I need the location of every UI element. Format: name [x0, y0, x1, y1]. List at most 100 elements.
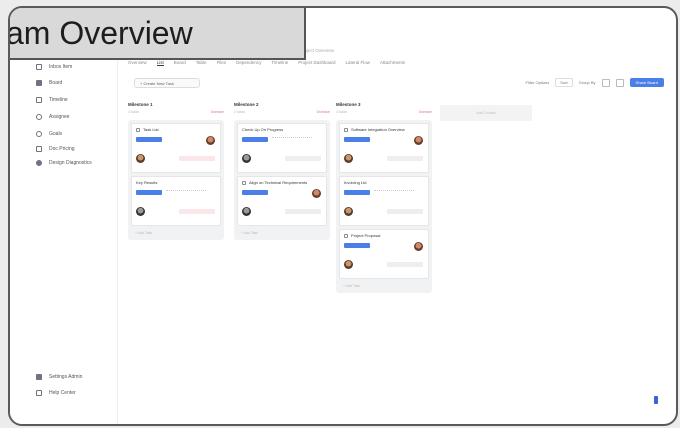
checkbox-icon[interactable]	[242, 180, 246, 185]
column-body: Task List Key Results + Add Task	[128, 120, 224, 240]
user-icon	[36, 114, 42, 120]
sidebar-item-design[interactable]: Design Diagnostics	[36, 158, 92, 168]
sidebar-item-admin[interactable]: Settings Admin	[36, 372, 82, 382]
add-task-link[interactable]: + Add Task	[131, 229, 221, 237]
status-badge	[344, 243, 370, 248]
sidebar-item-inbox[interactable]: Inbox Item	[36, 62, 72, 72]
column-body: Check Up On Progress Align on Technical …	[234, 120, 330, 240]
admin-icon	[36, 374, 42, 380]
task-card[interactable]: Check Up On Progress	[237, 123, 327, 173]
help-icon	[36, 390, 42, 396]
tab-lateral[interactable]: Lateral Flow	[345, 60, 370, 66]
sidebar-item-label: Timeline	[49, 97, 68, 103]
sidebar-item-help[interactable]: Help Center	[36, 388, 76, 398]
column-meta: 3 tasks Overdue	[336, 110, 432, 120]
card-title: Software Integration Overview	[351, 127, 405, 132]
add-task-link[interactable]: + Add Task	[339, 282, 429, 290]
task-card[interactable]: Project Proposal	[339, 229, 429, 279]
group-by[interactable]: Group By	[579, 80, 596, 85]
due-date-badge	[387, 156, 423, 161]
add-task-link[interactable]: + Add Task	[237, 229, 327, 237]
due-date-badge	[179, 209, 215, 214]
column-status: Overdue	[418, 110, 432, 114]
avatar	[414, 242, 423, 251]
sidebar-item-doc[interactable]: Doc Pricing	[36, 144, 75, 154]
sidebar-item-label: Inbox Item	[49, 64, 73, 70]
overlay-title-text: am Overview	[8, 14, 193, 51]
checkbox-icon[interactable]	[344, 233, 348, 238]
share-button[interactable]: Share Board	[629, 78, 664, 87]
sidebar-item-goals[interactable]: Goals	[36, 129, 62, 139]
task-card[interactable]: Invoicing Ltd	[339, 176, 429, 226]
column-count: 2 tasks	[234, 110, 246, 114]
create-task-button[interactable]: + Create New Task	[134, 78, 200, 88]
people-icon	[36, 160, 42, 166]
tab-board[interactable]: Board	[174, 60, 186, 66]
tab-overview[interactable]: Overview	[128, 60, 147, 66]
sidebar-item-label: Board	[49, 80, 63, 86]
tab-files[interactable]: Files	[217, 60, 227, 66]
grid-view-icon[interactable]	[601, 78, 610, 87]
doc-icon	[36, 146, 42, 152]
avatar	[242, 154, 251, 163]
overlay-title-banner: am Overview	[10, 8, 306, 60]
calendar-icon	[36, 97, 42, 103]
task-card[interactable]: Key Results	[131, 176, 221, 226]
sidebar: Inbox Item Board Timeline Assignee Goals…	[10, 8, 118, 424]
view-tabs: Overview List Board Table Files Dependen…	[128, 60, 405, 66]
due-date-badge	[285, 209, 321, 214]
sidebar-item-label: Assignee	[49, 114, 70, 120]
due-date-badge	[387, 262, 423, 267]
column-status: Overdue	[210, 110, 224, 114]
tab-list[interactable]: List	[156, 60, 164, 66]
status-badge	[136, 190, 162, 195]
list-view-icon[interactable]	[615, 78, 624, 87]
sidebar-item-assignee[interactable]: Assignee	[36, 112, 70, 122]
tab-timeline[interactable]: Timeline	[271, 60, 288, 66]
checkbox-icon[interactable]	[344, 127, 348, 132]
tab-dependency[interactable]: Dependency	[236, 60, 261, 66]
column-meta: 3 tasks Overdue	[128, 110, 224, 120]
tab-dashboard[interactable]: Project Dashboard	[298, 60, 335, 66]
sort-button[interactable]: Sort	[555, 78, 573, 87]
task-card[interactable]: Task List	[131, 123, 221, 173]
task-card[interactable]: Align on Technical Requirements	[237, 176, 327, 226]
sidebar-item-timeline[interactable]: Timeline	[36, 95, 68, 105]
avatar	[206, 136, 215, 145]
info-icon[interactable]	[654, 396, 658, 404]
sidebar-item-label: Help Center	[49, 390, 76, 396]
sidebar-item-label: Doc Pricing	[49, 146, 75, 152]
avatar	[136, 207, 145, 216]
card-title: Invoicing Ltd	[344, 180, 367, 185]
column-title: Milestone 3	[336, 102, 361, 107]
card-title: Task List	[143, 127, 159, 132]
column-count: 3 tasks	[336, 110, 348, 114]
sidebar-item-board[interactable]: Board	[36, 78, 62, 88]
column-body: Software Integration Overview Invoicing …	[336, 120, 432, 293]
avatar	[344, 260, 353, 269]
board-icon	[36, 80, 42, 86]
board-column: Milestone 2 2 tasks Overdue Check Up On …	[234, 102, 330, 240]
filter-options[interactable]: Filter Options	[525, 80, 549, 85]
add-column-button[interactable]: Add Column	[440, 105, 532, 121]
tab-attachments[interactable]: Attachments	[380, 60, 405, 66]
card-title: Check Up On Progress	[242, 127, 284, 132]
status-badge	[242, 137, 268, 142]
checkbox-icon[interactable]	[136, 127, 140, 132]
progress-dots	[166, 190, 206, 194]
due-date-badge	[285, 156, 321, 161]
task-card[interactable]: Software Integration Overview	[339, 123, 429, 173]
card-title: Project Proposal	[351, 233, 381, 238]
tab-table[interactable]: Table	[196, 60, 207, 66]
avatar	[344, 154, 353, 163]
status-badge	[344, 137, 370, 142]
column-title: Milestone 1	[128, 102, 153, 107]
board-column: Milestone 3 3 tasks Overdue Software Int…	[336, 102, 432, 293]
avatar	[414, 136, 423, 145]
due-date-badge	[179, 156, 215, 161]
sidebar-item-label: Settings Admin	[49, 374, 83, 380]
column-status: Overdue	[316, 110, 330, 114]
avatar	[344, 207, 353, 216]
progress-dots	[374, 190, 414, 194]
card-title: Align on Technical Requirements	[249, 180, 308, 185]
